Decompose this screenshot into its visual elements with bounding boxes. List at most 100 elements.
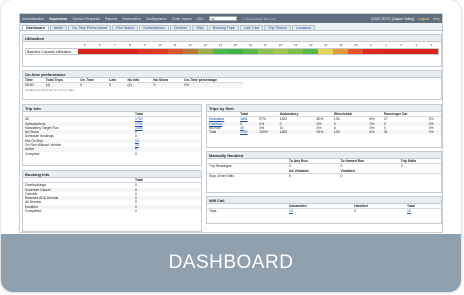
utilization-hour-cell — [378, 49, 393, 54]
mh-cell: 0 — [340, 173, 343, 178]
utilization-hour-cell — [393, 49, 408, 54]
utilization-hour-cell — [153, 49, 168, 54]
otp-table: Time Total Trips On Time Late No Info No… — [23, 78, 243, 88]
utilization-title: Utilization — [23, 35, 441, 42]
fleet-cell: 1363 — [277, 130, 315, 135]
table-row: Stop Order Edits 0 0 — [207, 173, 441, 178]
booking-info-table: Total Overbookings 0 Schedule Cancel 0 Can… — [23, 178, 201, 213]
hour-tick-label: 14 — [218, 43, 222, 47]
tab-run-status[interactable]: Run Status — [112, 25, 139, 30]
fleet-cell: 2% — [426, 130, 441, 135]
hour-tick-label: 20 — [309, 43, 313, 47]
utilization-hour-cell — [78, 49, 93, 54]
utilization-hour-cell — [228, 49, 243, 54]
utilization-hour-cell — [198, 49, 213, 54]
help-link[interactable]: Help — [433, 17, 440, 21]
nav-administration[interactable]: Administration — [22, 17, 44, 21]
will-call-panel: Will Call Unhandled Handled Total Trips … — [206, 196, 442, 224]
will-call-title: Will Call — [207, 197, 441, 204]
tab-locations[interactable]: Locations — [291, 25, 316, 30]
utilization-hour-cell — [108, 49, 123, 54]
table-row: Total 1752 100% 1363 92% 139 8% 31 2% — [207, 130, 441, 135]
tab-dashboard[interactable]: Dashboard — [22, 25, 49, 30]
fleet-cell: 8% — [367, 130, 382, 135]
card-caption-bar: DASHBOARD — [1, 234, 461, 292]
utilization-hour-cell — [93, 49, 108, 54]
table-row: Completed 0 — [23, 209, 201, 213]
utilization-row-label: Baseline Capacity Utilization — [27, 49, 72, 54]
on-time-performance-panel: On-time performance Time Total Trips On … — [22, 70, 442, 100]
utilization-hour-cell — [138, 49, 153, 54]
row-value: 0 — [135, 151, 137, 156]
hour-tick-label: 3 — [415, 43, 418, 47]
manually-handled-title: Manually Handled — [207, 152, 441, 159]
utilization-hour-scale: 5 6 7 8 9 10 11 12 13 14 15 16 17 18 19 20 21 22 23 0 1 2 3 4 — [77, 43, 439, 48]
tab-alerts[interactable]: Alerts — [49, 25, 67, 30]
hour-tick-label: 8 — [128, 43, 131, 47]
utilization-hour-cell — [333, 49, 348, 54]
logout-link[interactable]: Logout — [418, 17, 429, 21]
row-value: 0 — [135, 209, 137, 214]
hour-tick-label: 0 — [370, 43, 372, 47]
utilization-hour-cell — [408, 49, 423, 54]
nav-configuration[interactable]: Configuration — [146, 17, 167, 21]
tab-trip-search[interactable]: Trip Search — [264, 25, 291, 30]
hour-tick-label: 23 — [354, 43, 358, 47]
hour-tick-label: 1 — [385, 43, 387, 47]
user-area: [SUB-TEST] [Jaspel Valley] Logout Help — [372, 17, 440, 21]
mh-cell: 0 — [289, 173, 291, 178]
tab-trips[interactable]: Trips — [191, 25, 208, 30]
fleet-cell: 92% — [314, 130, 332, 135]
wc-cell-link[interactable]: 15 — [287, 209, 352, 214]
utilization-hour-cell — [423, 49, 438, 54]
table-row: Complete 0 — [23, 152, 201, 156]
utilization-hour-cell — [288, 49, 303, 54]
nav-supervisor[interactable]: Supervisor — [49, 17, 67, 21]
card-caption: DASHBOARD — [168, 252, 294, 273]
wc-cell: 0 — [354, 209, 357, 214]
trips-by-fleet-panel: Trips by fleet Total Ambulatory Wheelcha… — [206, 104, 442, 148]
tab-clusters[interactable]: Clusters — [169, 25, 191, 30]
hour-tick-label: 21 — [324, 43, 328, 47]
table-row: Trips 15 0 15 — [207, 209, 441, 214]
tab-booking-trips[interactable]: Booking Trips — [208, 25, 239, 30]
nav-order-import[interactable]: Order Import — [172, 17, 192, 21]
hour-tick-label: 15 — [233, 43, 237, 47]
hour-tick-label: 4 — [430, 43, 433, 47]
wc-cell-link[interactable]: 15 — [405, 209, 441, 214]
utilization-hour-cell — [168, 49, 183, 54]
unscheduled-checkbox[interactable]: ☐ Unscheduled Run only — [242, 17, 276, 21]
utilization-hour-cell — [363, 49, 378, 54]
unscheduled-checkbox-label: Unscheduled Run only — [245, 16, 276, 21]
hour-tick-label: 19 — [293, 43, 298, 47]
fleet-cell: 139 — [331, 130, 368, 135]
booking-info-panel: Booking Info Total Overbookings 0 Schedul… — [22, 170, 202, 232]
trips-by-fleet-title: Trips by fleet — [207, 105, 441, 112]
hour-tick-label: 18 — [278, 43, 283, 47]
utilization-heatbar — [78, 49, 438, 54]
nav-sdc[interactable]: SDC — [197, 17, 204, 21]
fleet-cell-link[interactable]: 1752 — [238, 130, 258, 135]
trip-info-title: Trip Info — [23, 105, 201, 112]
utilization-hour-cell — [213, 49, 228, 54]
trip-info-table: Total All 1752 Subscriptions 1752 Mandator… — [23, 112, 201, 156]
fleet-cell: 31 — [381, 130, 427, 135]
hour-tick-label: 13 — [203, 43, 207, 47]
otp-title: On-time performance — [23, 71, 441, 78]
tab-on-time-performance[interactable]: On-Time Performance — [67, 25, 112, 30]
nav-reservation[interactable]: Reservation — [122, 17, 141, 21]
nav-service-requests[interactable]: Service Requests — [72, 17, 99, 21]
user-name: [SUB-TEST] [Jaspel Valley] — [371, 16, 415, 21]
hour-tick-label: 10 — [158, 43, 162, 47]
provider-select[interactable]: All — [208, 16, 237, 21]
utilization-hour-cell — [348, 49, 363, 54]
row-label: Completed — [25, 209, 42, 214]
utilization-hour-cell — [258, 49, 273, 54]
utilization-row: Baseline Capacity Utilization — [25, 48, 439, 55]
tab-subscriptions[interactable]: Subscriptions — [139, 25, 169, 30]
hour-tick-label: 22 — [339, 43, 343, 47]
trip-info-panel: Trip Info Total All 1752 Subscriptions 175… — [22, 104, 202, 166]
tab-late-trips[interactable]: Late Trips — [239, 25, 264, 30]
nav-reports[interactable]: Reports — [105, 17, 117, 21]
card: Administration Supervisor Service Reques… — [1, 0, 461, 292]
